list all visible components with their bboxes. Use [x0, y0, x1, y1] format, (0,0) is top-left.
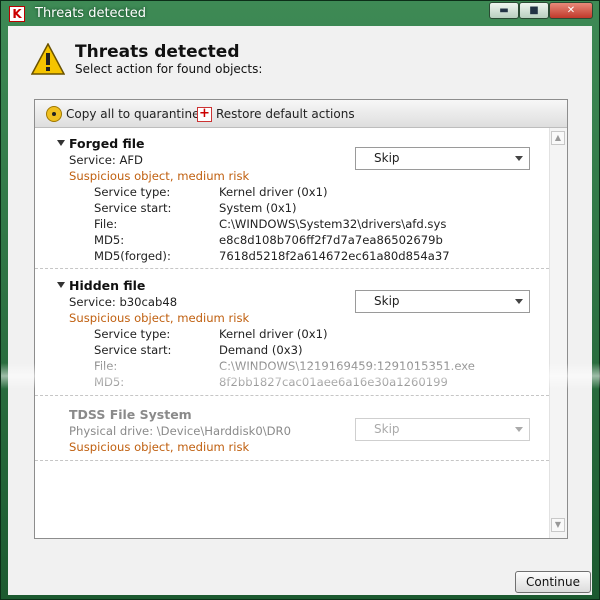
restore-default-actions-label: Restore default actions: [216, 107, 355, 121]
detail-label: File:: [94, 359, 118, 373]
threat-name: Hidden file: [69, 278, 146, 293]
action-select-value: Skip: [374, 294, 400, 308]
detail-value: 7618d5218f2a614672ec61a80d854a37: [219, 249, 450, 263]
radiation-icon: [46, 106, 62, 122]
threat-entry: Hidden file Service: b30cab48 Suspicious…: [35, 270, 549, 396]
action-select[interactable]: Skip: [355, 418, 530, 441]
threats-panel: Copy all to quarantine + Restore default…: [34, 99, 568, 539]
detail-label: MD5:: [94, 375, 125, 389]
threat-risk: Suspicious object, medium risk: [69, 311, 250, 325]
detail-value: C:\WINDOWS\1219169459:1291015351.exe: [219, 359, 475, 373]
threat-service: Service: AFD: [69, 153, 143, 167]
panel-toolbar: Copy all to quarantine + Restore default…: [35, 100, 567, 128]
detail-label: File:: [94, 217, 118, 231]
divider: [35, 395, 549, 396]
vertical-scrollbar[interactable]: ▲ ▼: [549, 128, 567, 538]
chevron-down-icon: [515, 299, 523, 304]
detail-label: Service type:: [94, 185, 171, 199]
chevron-down-icon: [515, 427, 523, 432]
detail-label: MD5(forged):: [94, 249, 171, 263]
copy-to-quarantine-label: Copy all to quarantine: [66, 107, 200, 121]
detail-value: Kernel driver (0x1): [219, 185, 328, 199]
copy-to-quarantine-button[interactable]: Copy all to quarantine: [46, 105, 199, 123]
minimize-button[interactable]: ▬: [489, 2, 519, 19]
detail-value: System (0x1): [219, 201, 297, 215]
threat-entry: Forged file Service: AFD Suspicious obje…: [35, 128, 549, 269]
detail-label: MD5:: [94, 233, 125, 247]
page-title: Threats detected: [75, 42, 240, 62]
threat-risk: Suspicious object, medium risk: [69, 169, 250, 183]
scroll-up-icon[interactable]: ▲: [551, 131, 565, 145]
detail-value: Kernel driver (0x1): [219, 327, 328, 341]
dialog-body: Threats detected Select action for found…: [8, 26, 592, 595]
detail-value: C:\WINDOWS\System32\drivers\afd.sys: [219, 217, 447, 231]
window-title: Threats detected: [35, 6, 147, 21]
restore-default-actions-button[interactable]: + Restore default actions: [197, 105, 355, 123]
detail-label: Service start:: [94, 343, 172, 357]
expand-triangle-icon[interactable]: [57, 140, 65, 146]
action-select-value: Skip: [374, 151, 400, 165]
title-bar[interactable]: K Threats detected ▬ ■ ✕: [1, 1, 599, 27]
detail-value: 8f2bb1827cac01aee6a16e30a1260199: [219, 375, 448, 389]
page-subtitle: Select action for found objects:: [75, 62, 263, 76]
action-select-value: Skip: [374, 422, 400, 436]
detail-label: Service start:: [94, 201, 172, 215]
warning-icon: [31, 43, 65, 75]
kaspersky-logo-icon: K: [9, 6, 25, 22]
divider: [35, 268, 549, 269]
action-select[interactable]: Skip: [355, 290, 530, 313]
threat-entry: TDSS File System Physical drive: \Device…: [35, 397, 549, 461]
detail-label: Service type:: [94, 327, 171, 341]
scroll-down-icon[interactable]: ▼: [551, 518, 565, 532]
divider: [35, 460, 549, 461]
expand-triangle-icon[interactable]: [57, 282, 65, 288]
detail-value: Demand (0x3): [219, 343, 303, 357]
detail-value: e8c8d108b706ff2f7d7a7ea86502679b: [219, 233, 443, 247]
threat-service: Service: b30cab48: [69, 295, 178, 309]
red-cross-icon: +: [197, 106, 212, 122]
app-window: K Threats detected ▬ ■ ✕ Threats detecte…: [0, 0, 600, 600]
threat-service: Physical drive: \Device\Harddisk0\DR0: [69, 424, 291, 438]
continue-button[interactable]: Continue: [515, 571, 591, 593]
chevron-down-icon: [515, 156, 523, 161]
threat-risk: Suspicious object, medium risk: [69, 440, 250, 454]
threat-name: Forged file: [69, 136, 145, 151]
maximize-button[interactable]: ■: [519, 2, 549, 19]
action-select[interactable]: Skip: [355, 147, 530, 170]
close-button[interactable]: ✕: [549, 2, 593, 19]
threat-name: TDSS File System: [69, 407, 192, 422]
